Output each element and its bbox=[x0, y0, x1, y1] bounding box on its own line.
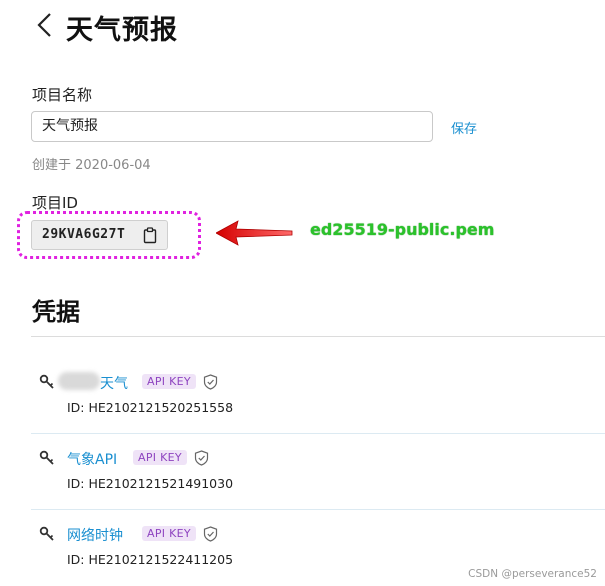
back-arrow-icon[interactable] bbox=[34, 12, 56, 38]
api-key-badge: API KEY bbox=[142, 374, 196, 389]
red-arrow-annotation-icon bbox=[216, 220, 293, 246]
project-name-label: 项目名称 bbox=[32, 86, 93, 104]
save-button[interactable]: 保存 bbox=[451, 118, 477, 137]
shield-icon bbox=[203, 374, 218, 390]
credential-name-link[interactable]: 天气 bbox=[100, 373, 128, 393]
key-icon bbox=[39, 374, 54, 389]
annotation-text: ed25519-public.pem bbox=[310, 220, 495, 239]
clipboard-copy-icon[interactable] bbox=[143, 227, 157, 244]
shield-icon bbox=[194, 450, 209, 466]
created-date: 创建于 2020-06-04 bbox=[32, 158, 151, 173]
project-id-chip: 29KVA6G27T bbox=[31, 220, 168, 250]
redacted-blur bbox=[58, 372, 100, 390]
credential-id: ID: HE2102121520251558 bbox=[67, 400, 234, 415]
credential-name-link[interactable]: 网络时钟 bbox=[67, 525, 123, 545]
project-id-label: 项目ID bbox=[32, 194, 78, 212]
header: 天气预报 bbox=[0, 0, 605, 54]
key-icon bbox=[39, 526, 54, 541]
watermark: CSDN @perseverance52 bbox=[468, 568, 597, 580]
credential-name-link[interactable]: 气象API bbox=[67, 449, 117, 469]
section-divider bbox=[31, 336, 605, 337]
credential-item: 天气 API KEY ID: HE2102121520251558 bbox=[31, 358, 605, 434]
page-title: 天气预报 bbox=[66, 15, 178, 46]
credentials-section-title: 凭据 bbox=[32, 298, 80, 326]
project-name-input[interactable]: 天气预报 bbox=[31, 111, 433, 142]
api-key-badge: API KEY bbox=[133, 450, 187, 465]
project-id-value: 29KVA6G27T bbox=[42, 227, 126, 242]
credential-item: 气象API API KEY ID: HE2102121521491030 bbox=[31, 434, 605, 510]
shield-icon bbox=[203, 526, 218, 542]
credential-id: ID: HE2102121521491030 bbox=[67, 476, 234, 491]
api-key-badge: API KEY bbox=[142, 526, 196, 541]
credential-id: ID: HE2102121522411205 bbox=[67, 552, 234, 567]
key-icon bbox=[39, 450, 54, 465]
